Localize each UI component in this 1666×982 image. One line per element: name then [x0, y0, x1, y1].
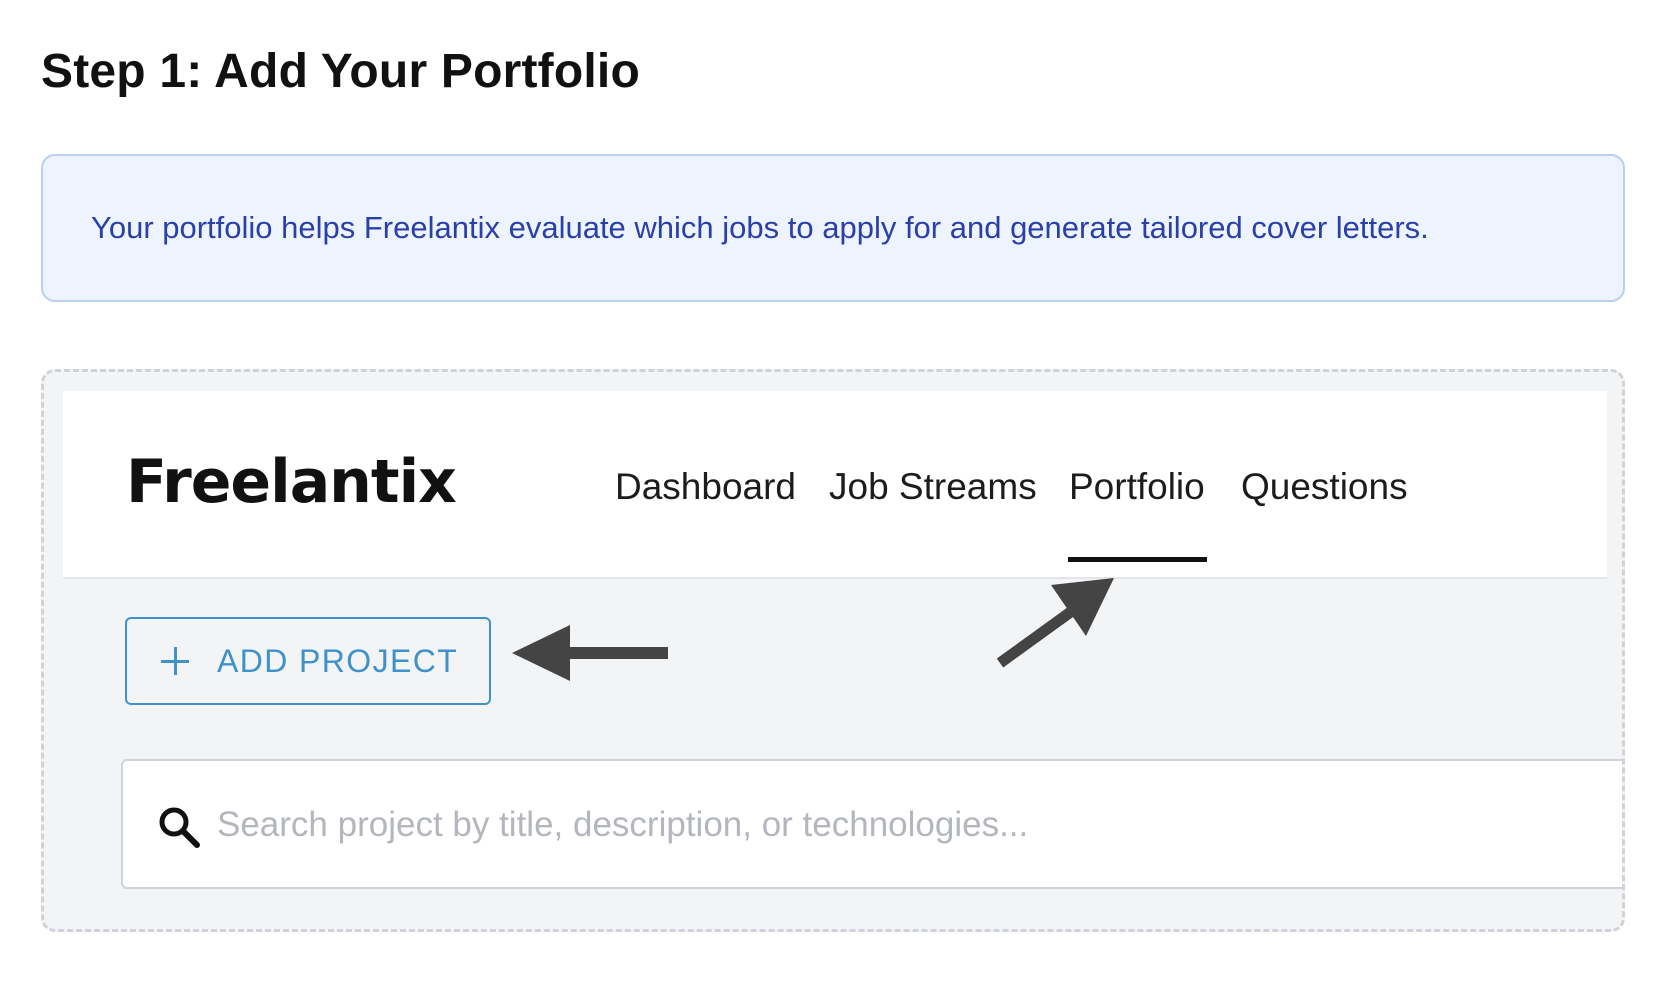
arrow-up-right-icon [996, 578, 1114, 668]
app-logo: Freelantix [126, 447, 457, 517]
active-tab-indicator [1068, 557, 1207, 562]
search-icon [159, 807, 200, 848]
nav-item-portfolio[interactable]: Portfolio [1069, 465, 1205, 509]
arrow-left-icon [512, 625, 668, 681]
info-banner: Your portfolio helps Freelantix evaluate… [41, 154, 1625, 302]
search-box[interactable] [121, 759, 1622, 889]
app-header: Freelantix Dashboard Job Streams Portfol… [63, 391, 1607, 579]
nav-item-dashboard[interactable]: Dashboard [615, 465, 796, 509]
step-title: Step 1: Add Your Portfolio [41, 45, 640, 98]
nav-item-job-streams[interactable]: Job Streams [829, 465, 1037, 509]
plus-icon [161, 647, 189, 675]
add-project-label: ADD PROJECT [217, 643, 459, 679]
info-text: Your portfolio helps Freelantix evaluate… [91, 210, 1429, 245]
nav-item-questions[interactable]: Questions [1241, 465, 1408, 509]
app-screenshot-frame: Freelantix Dashboard Job Streams Portfol… [41, 369, 1625, 932]
search-input[interactable] [215, 791, 1519, 859]
add-project-button[interactable]: ADD PROJECT [125, 617, 491, 705]
